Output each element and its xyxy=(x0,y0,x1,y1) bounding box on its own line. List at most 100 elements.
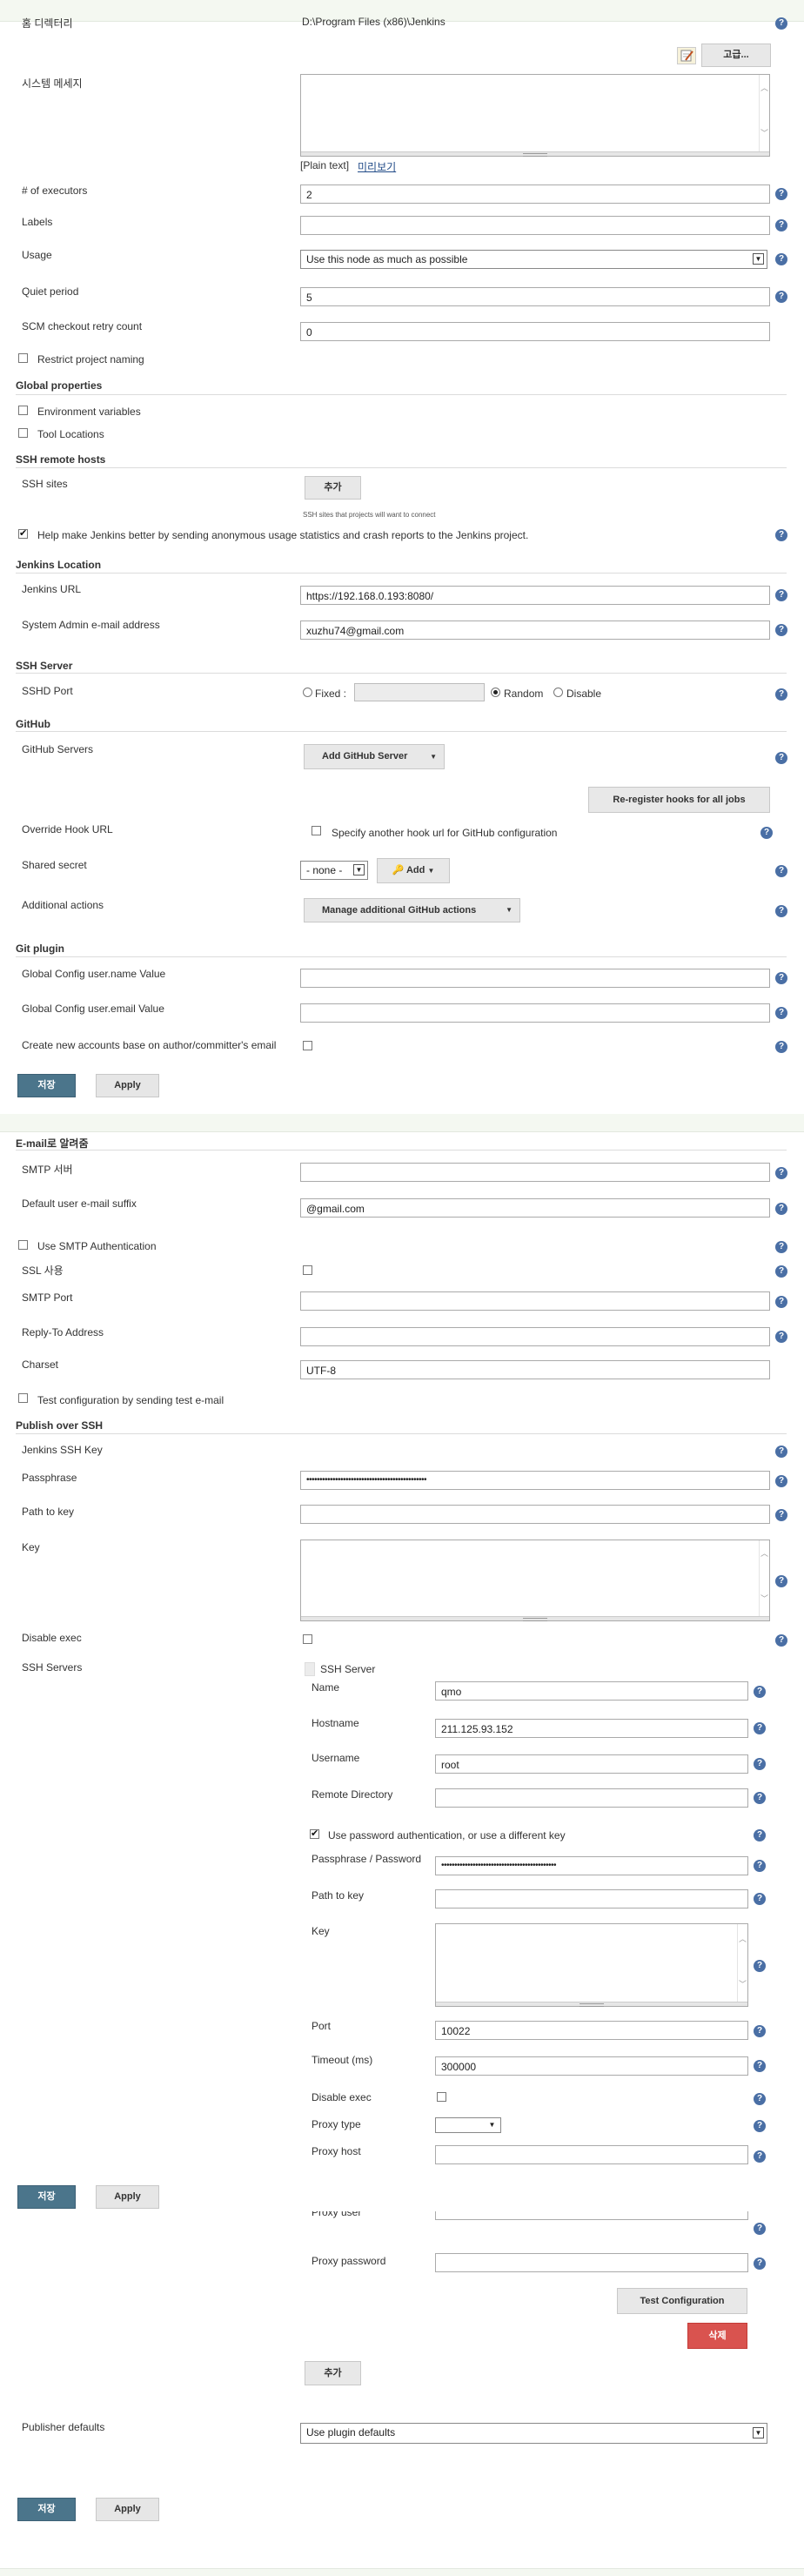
passphrase-input[interactable]: ••••••••••••••••••••••••••••••••••••••••… xyxy=(300,1471,770,1490)
add-ssh-server-button[interactable]: 추가 xyxy=(305,2361,361,2385)
server-disable-checkbox[interactable] xyxy=(437,2092,446,2102)
username-input[interactable]: root xyxy=(435,1754,748,1774)
env-checkbox[interactable] xyxy=(18,406,28,415)
help-icon[interactable]: ? xyxy=(754,2093,766,2105)
email-suffix-input[interactable]: @gmail.com xyxy=(300,1198,770,1218)
help-icon[interactable]: ? xyxy=(775,589,787,601)
port-input[interactable]: 10022 xyxy=(435,2021,748,2040)
save-button[interactable]: 저장 xyxy=(17,2498,76,2521)
manage-github-actions-button[interactable]: Manage additional GitHub actions ▼ xyxy=(304,898,520,922)
server-passphrase-input[interactable]: ••••••••••••••••••••••••••••••••••••••••… xyxy=(435,1856,748,1875)
help-icon[interactable]: ? xyxy=(760,827,773,839)
help-icon[interactable]: ? xyxy=(775,17,787,30)
help-icon[interactable]: ? xyxy=(775,1296,787,1308)
add-ssh-site-button[interactable]: 추가 xyxy=(305,476,361,500)
help-icon[interactable]: ? xyxy=(754,2257,766,2270)
jenkins-url-input[interactable]: https://192.168.0.193:8080/ xyxy=(300,586,770,605)
help-icon[interactable]: ? xyxy=(775,1331,787,1343)
help-icon[interactable]: ? xyxy=(775,1203,787,1215)
advanced-button[interactable]: 고급... xyxy=(701,44,771,67)
system-message-textarea[interactable]: ︿ ﹀ xyxy=(300,74,770,157)
apply-button[interactable]: Apply xyxy=(96,1074,159,1097)
help-icon[interactable]: ? xyxy=(754,1686,766,1698)
smtp-port-input[interactable] xyxy=(300,1291,770,1311)
delete-server-button[interactable]: 삭제 xyxy=(687,2323,747,2349)
usage-select[interactable]: Use this node as much as possible ▼ xyxy=(300,250,767,269)
executors-input[interactable]: 2 xyxy=(300,184,770,204)
help-icon[interactable]: ? xyxy=(754,2025,766,2037)
help-icon[interactable]: ? xyxy=(775,1509,787,1521)
random-radio[interactable] xyxy=(491,688,500,697)
use-password-checkbox[interactable] xyxy=(310,1828,319,1839)
add-credential-button[interactable]: 🔑 Add ▼ xyxy=(377,858,450,883)
path-to-key-input[interactable] xyxy=(300,1505,770,1524)
shared-secret-select[interactable]: - none - ▼ xyxy=(300,861,368,880)
help-icon[interactable]: ? xyxy=(775,752,787,764)
publisher-defaults-select[interactable]: Use plugin defaults ▼ xyxy=(300,2423,767,2444)
help-icon[interactable]: ? xyxy=(775,291,787,303)
help-icon[interactable]: ? xyxy=(754,2223,766,2235)
proxy-type-select[interactable]: ▼ xyxy=(435,2117,501,2133)
reregister-hooks-button[interactable]: Re-register hooks for all jobs xyxy=(588,787,770,813)
help-icon[interactable]: ? xyxy=(775,1634,787,1647)
scm-input[interactable]: 0 xyxy=(300,322,770,341)
help-icon[interactable]: ? xyxy=(754,1722,766,1734)
help-icon[interactable]: ? xyxy=(754,1960,766,1972)
help-icon[interactable]: ? xyxy=(754,2120,766,2132)
save-button[interactable]: 저장 xyxy=(17,2185,76,2209)
save-button[interactable]: 저장 xyxy=(17,1074,76,1097)
help-icon[interactable]: ? xyxy=(775,219,787,231)
help-icon[interactable]: ? xyxy=(754,1792,766,1804)
server-key-textarea[interactable]: ︿ ﹀ xyxy=(435,1923,748,2007)
quiet-input[interactable]: 5 xyxy=(300,287,770,306)
server-name-input[interactable]: qmo xyxy=(435,1681,748,1701)
preview-link[interactable]: 미리보기 xyxy=(358,159,396,174)
help-icon[interactable]: ? xyxy=(775,253,787,265)
help-icon[interactable]: ? xyxy=(775,865,787,877)
apply-button[interactable]: Apply xyxy=(96,2185,159,2209)
labels-input[interactable] xyxy=(300,216,770,235)
drag-handle[interactable] xyxy=(305,1662,315,1676)
ssl-checkbox[interactable] xyxy=(303,1265,312,1275)
help-icon[interactable]: ? xyxy=(775,1007,787,1019)
create-accounts-checkbox[interactable] xyxy=(303,1041,312,1050)
test-configuration-button[interactable]: Test Configuration xyxy=(617,2288,747,2314)
help-icon[interactable]: ? xyxy=(775,1575,787,1587)
help-icon[interactable]: ? xyxy=(754,1829,766,1841)
help-icon[interactable]: ? xyxy=(775,529,787,541)
test-email-checkbox[interactable] xyxy=(18,1393,28,1403)
help-icon[interactable]: ? xyxy=(775,905,787,917)
help-icon[interactable]: ? xyxy=(775,688,787,701)
proxy-host-input[interactable] xyxy=(435,2145,748,2164)
remote-dir-input[interactable] xyxy=(435,1788,748,1808)
smtp-server-input[interactable] xyxy=(300,1163,770,1182)
fixed-radio[interactable] xyxy=(303,688,312,697)
smtp-auth-checkbox[interactable] xyxy=(18,1240,28,1250)
git-email-input[interactable] xyxy=(300,1003,770,1023)
help-icon[interactable]: ? xyxy=(754,1860,766,1872)
fixed-port-input[interactable] xyxy=(354,683,485,701)
notepad-icon[interactable] xyxy=(677,47,696,64)
help-icon[interactable]: ? xyxy=(754,1893,766,1905)
proxy-password-input[interactable] xyxy=(435,2253,748,2272)
admin-email-input[interactable]: xuzhu74@gmail.com xyxy=(300,621,770,640)
help-icon[interactable]: ? xyxy=(775,1265,787,1278)
help-icon[interactable]: ? xyxy=(775,972,787,984)
timeout-input[interactable]: 300000 xyxy=(435,2056,748,2076)
help-icon[interactable]: ? xyxy=(754,2060,766,2072)
override-hook-checkbox[interactable] xyxy=(312,826,321,835)
tools-checkbox[interactable] xyxy=(18,428,28,438)
git-name-input[interactable] xyxy=(300,969,770,988)
disable-radio[interactable] xyxy=(553,688,563,697)
help-icon[interactable]: ? xyxy=(775,1446,787,1458)
reply-to-input[interactable] xyxy=(300,1327,770,1346)
add-github-server-button[interactable]: Add GitHub Server ▼ xyxy=(304,744,445,769)
disable-exec-checkbox[interactable] xyxy=(303,1634,312,1644)
apply-button[interactable]: Apply xyxy=(96,2498,159,2521)
key-textarea[interactable]: ︿ ﹀ xyxy=(300,1540,770,1621)
help-icon[interactable]: ? xyxy=(775,624,787,636)
usage-stats-checkbox[interactable] xyxy=(18,527,28,539)
proxy-user-input[interactable] xyxy=(435,2211,748,2220)
charset-input[interactable]: UTF-8 xyxy=(300,1360,770,1379)
help-icon[interactable]: ? xyxy=(775,1167,787,1179)
